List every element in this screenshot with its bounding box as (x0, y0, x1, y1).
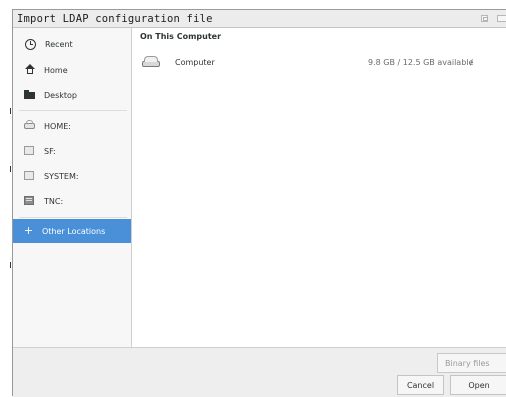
sidebar-separator (19, 110, 127, 111)
sidebar-item-home[interactable]: Home (13, 58, 131, 82)
edge-mark (10, 166, 11, 172)
sidebar-item-label: SF: (44, 146, 56, 156)
sidebar-item-system[interactable]: SYSTEM: (13, 164, 131, 188)
sidebar-item-label: TNC: (44, 196, 64, 206)
sidebar-item-sf[interactable]: SF: (13, 139, 131, 163)
open-button[interactable]: Open (450, 375, 506, 395)
location-space: 9.8 GB / 12.5 GB available (368, 58, 474, 67)
disk-icon (24, 145, 37, 157)
cancel-button[interactable]: Cancel (397, 375, 444, 395)
folder-icon (24, 89, 37, 101)
sidebar-item-desktop[interactable]: Desktop (13, 83, 131, 107)
sidebar-item-tnc[interactable]: TNC: (13, 189, 131, 213)
sidebar-item-label: Recent (45, 39, 73, 49)
plus-icon: + (23, 224, 34, 237)
sidebar-separator (19, 217, 127, 218)
window-title: Import LDAP configuration file (17, 13, 213, 25)
sidebar-item-label: Other Locations (42, 226, 106, 236)
disk-icon (24, 170, 37, 182)
title-bar[interactable]: Import LDAP configuration file (13, 10, 506, 28)
close-button[interactable] (497, 15, 506, 22)
location-row-computer[interactable]: Computer 9.8 GB / 12.5 GB available / (132, 54, 506, 74)
action-bar: Binary files Cancel Open (13, 347, 506, 397)
edge-mark (10, 262, 11, 268)
home-icon (24, 64, 37, 76)
sidebar-item-recent[interactable]: Recent (13, 32, 131, 56)
clock-icon (25, 38, 36, 50)
sidebar-item-home-drive[interactable]: HOME: (13, 114, 131, 138)
location-name: Computer (175, 58, 215, 67)
locations-view: On This Computer Computer 9.8 GB / 12.5 … (132, 28, 506, 347)
location-path: / (470, 58, 473, 67)
hard-drive-icon (142, 56, 160, 67)
section-title: On This Computer (140, 32, 222, 41)
maximize-button[interactable] (481, 15, 488, 22)
file-chooser-dialog: Import LDAP configuration file Recent Ho… (12, 9, 506, 397)
drive-icon (24, 120, 37, 132)
sidebar-item-label: Home (44, 65, 68, 75)
disk-icon (24, 195, 37, 207)
places-sidebar: Recent Home Desktop HOME: SF: SYSTEM: TN… (13, 28, 132, 347)
edge-mark (10, 108, 11, 114)
sidebar-item-label: SYSTEM: (44, 171, 79, 181)
sidebar-item-label: HOME: (44, 121, 71, 131)
sidebar-item-label: Desktop (44, 90, 77, 100)
sidebar-item-other-locations[interactable]: + Other Locations (13, 219, 131, 243)
file-type-filter[interactable]: Binary files (437, 353, 506, 373)
